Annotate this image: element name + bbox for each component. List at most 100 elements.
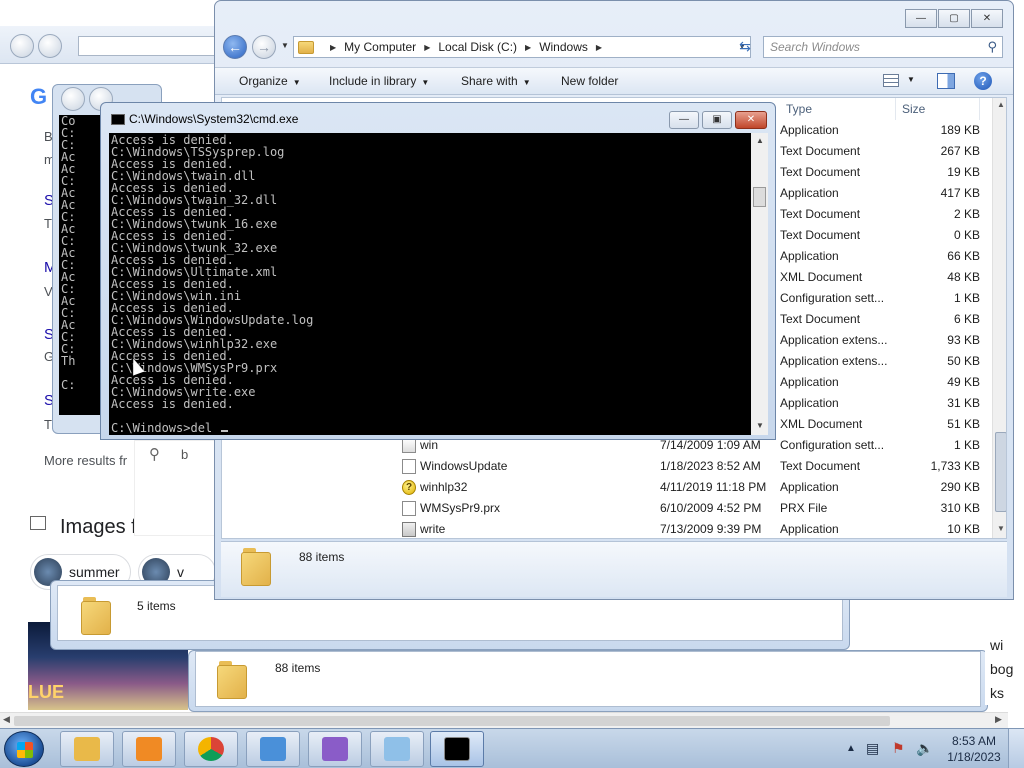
file-type: Application <box>780 522 839 536</box>
file-type: Application <box>780 249 839 263</box>
search-suggestion-box: ⚲ b <box>134 440 216 536</box>
file-size: 417 KB <box>940 186 980 200</box>
scroll-up-icon[interactable]: ▲ <box>997 100 1005 109</box>
document-icon <box>402 501 416 516</box>
back-icon[interactable] <box>10 34 34 58</box>
file-size: 49 KB <box>947 375 980 389</box>
file-size: 1 KB <box>953 438 980 452</box>
file-type: Application <box>780 375 839 389</box>
forward-button[interactable]: → <box>252 35 276 59</box>
file-size: 50 KB <box>947 354 980 368</box>
background-horizontal-scrollbar[interactable]: ◀ ▶ <box>0 712 1008 728</box>
minimize-button[interactable]: — <box>905 9 937 28</box>
show-hidden-icons-icon[interactable]: ▲ <box>846 743 856 754</box>
taskbar-chrome-button[interactable] <box>184 731 238 767</box>
clock[interactable]: 8:53 AM 1/18/2023 <box>944 733 1004 765</box>
scrollbar-thumb[interactable] <box>995 432 1006 512</box>
column-header-type[interactable]: Type <box>780 98 896 120</box>
file-size: 290 KB <box>940 480 980 494</box>
file-type: Application <box>780 123 839 137</box>
search-icon[interactable]: ⚲ <box>987 39 997 55</box>
preview-pane-icon[interactable] <box>937 73 955 89</box>
scroll-up-icon[interactable]: ▲ <box>756 136 764 145</box>
taskbar-spider-solitaire-button[interactable] <box>308 731 362 767</box>
console-scrollbar[interactable]: ▲ ▼ <box>751 133 768 435</box>
chevron-right-icon[interactable]: ▶ <box>525 43 531 52</box>
back-button[interactable]: ← <box>223 35 247 59</box>
search-icon: ⚲ <box>149 446 160 463</box>
media-player-icon <box>136 737 162 761</box>
minimize-button[interactable]: — <box>669 111 699 129</box>
file-row[interactable]: ? winhlp32 4/11/2019 11:18 PM Application 29… <box>222 477 992 498</box>
taskbar-cmd-button[interactable] <box>430 731 484 767</box>
network-icon[interactable]: ▤ <box>866 740 879 757</box>
start-button[interactable] <box>4 731 44 767</box>
file-size: 66 KB <box>947 249 980 263</box>
refresh-button[interactable]: ⇆ <box>733 36 757 58</box>
chevron-right-icon[interactable]: ▶ <box>424 43 430 52</box>
volume-icon[interactable]: 🔈 <box>916 740 933 757</box>
help-file-icon: ? <box>402 480 416 495</box>
file-row[interactable]: write 7/13/2009 9:39 PM Application 10 KB <box>222 519 992 538</box>
folder-icon <box>298 40 314 54</box>
recent-pages-icon[interactable]: ▼ <box>281 41 289 50</box>
taskbar-photo-viewer-button[interactable] <box>246 731 300 767</box>
folder-icon <box>217 661 247 699</box>
address-bar[interactable]: ▶ My Computer ▶ Local Disk (C:) ▶ Window… <box>293 36 751 58</box>
notepad-icon <box>384 737 410 761</box>
close-button[interactable]: ✕ <box>971 9 1003 28</box>
breadcrumb-windows[interactable]: Windows <box>539 40 588 54</box>
scroll-down-icon[interactable]: ▼ <box>997 524 1005 533</box>
taskbar-notepad-button[interactable] <box>370 731 424 767</box>
file-size: 267 KB <box>940 144 980 158</box>
taskbar-explorer-button[interactable] <box>60 731 114 767</box>
photo-viewer-icon <box>260 737 286 761</box>
document-icon <box>402 459 416 474</box>
breadcrumb-my-computer[interactable]: My Computer <box>344 40 416 54</box>
view-options-dropdown-icon[interactable]: ▼ <box>907 75 915 84</box>
taskbar-media-player-button[interactable] <box>122 731 176 767</box>
chevron-right-icon[interactable]: ▶ <box>596 43 602 52</box>
help-icon[interactable]: ? <box>974 72 992 90</box>
file-list-scrollbar[interactable]: ▲ ▼ <box>992 98 1006 538</box>
forward-icon[interactable] <box>38 34 62 58</box>
include-in-library-button[interactable]: Include in library ▼ <box>329 74 429 88</box>
window-title: C:\Windows\System32\cmd.exe <box>129 112 299 126</box>
file-type: Application extens... <box>780 354 888 368</box>
search-input[interactable]: Search Windows ⚲ <box>763 36 1003 58</box>
console-output[interactable]: Access is denied. C:\Windows\TSSysprep.lo… <box>109 133 751 435</box>
background-address-bar[interactable] <box>78 36 218 56</box>
change-view-icon[interactable] <box>883 74 899 87</box>
cmd-icon <box>111 114 125 125</box>
share-with-button[interactable]: Share with ▼ <box>461 74 531 88</box>
scroll-right-icon[interactable]: ▶ <box>995 714 1002 725</box>
action-center-icon[interactable]: ⚑ <box>892 740 905 757</box>
chevron-right-icon[interactable]: ▶ <box>330 43 336 52</box>
folder-icon <box>81 597 111 635</box>
maximize-button[interactable]: ▢ <box>938 9 970 28</box>
maximize-button[interactable]: ▣ <box>702 111 732 129</box>
scrollbar-thumb[interactable] <box>753 187 766 207</box>
column-header-size[interactable]: Size <box>896 98 980 120</box>
application-icon <box>402 522 416 537</box>
file-type: Application <box>780 396 839 410</box>
scroll-left-icon[interactable]: ◀ <box>3 714 10 725</box>
image-icon <box>30 516 46 530</box>
file-type: XML Document <box>780 417 863 431</box>
file-row[interactable]: WMSysPr9.prx 6/10/2009 4:52 PM PRX File 310… <box>222 498 992 519</box>
show-desktop-button[interactable] <box>1008 729 1024 768</box>
window-caption-buttons: — ▢ ✕ <box>904 9 1003 28</box>
breadcrumb-local-disk[interactable]: Local Disk (C:) <box>438 40 517 54</box>
file-size: 2 KB <box>953 207 980 221</box>
file-size: 1 KB <box>953 291 980 305</box>
file-row[interactable]: WindowsUpdate 1/18/2023 8:52 AM Text Docum… <box>222 456 992 477</box>
file-size: 0 KB <box>953 228 980 242</box>
back-icon[interactable] <box>61 87 85 111</box>
scrollbar-thumb[interactable] <box>14 716 890 726</box>
close-button[interactable]: ✕ <box>735 111 767 129</box>
scroll-down-icon[interactable]: ▼ <box>756 421 764 430</box>
google-logo-fragment: G <box>30 84 48 109</box>
new-folder-button[interactable]: New folder <box>561 74 618 88</box>
organize-button[interactable]: Organize ▼ <box>239 74 301 88</box>
file-size: 51 KB <box>947 417 980 431</box>
